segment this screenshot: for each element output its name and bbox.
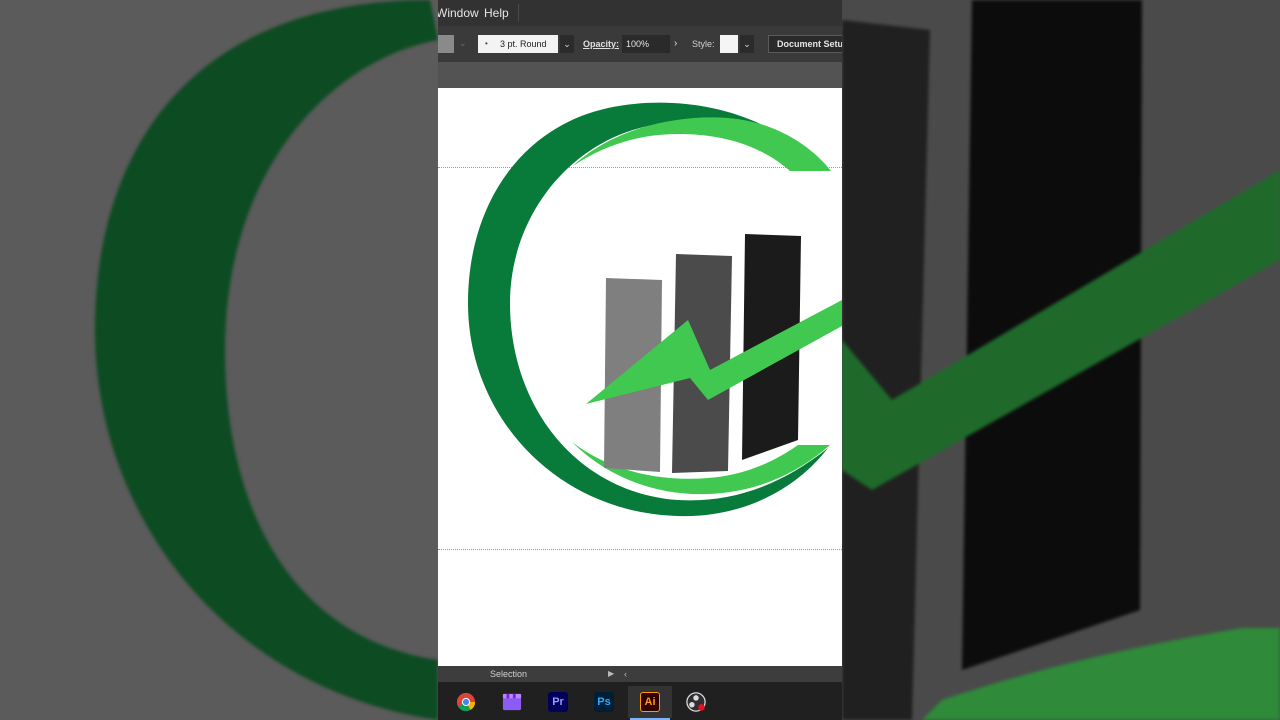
chevron-down-icon: ⌄	[459, 38, 467, 48]
canvas-pasteboard	[438, 62, 842, 88]
current-tool-label[interactable]: Selection	[490, 666, 527, 682]
menu-help[interactable]: Help	[484, 6, 509, 20]
stroke-profile-value: 3 pt. Round	[500, 39, 547, 49]
opacity-input[interactable]: 100%	[622, 35, 670, 53]
menu-separator	[518, 4, 519, 22]
background-blur-left	[0, 0, 438, 720]
taskbar-illustrator[interactable]: Ai	[628, 686, 672, 720]
document-setup-button[interactable]: Document Setup	[768, 35, 842, 53]
control-bar: ⌄ • 3 pt. Round ⌄ Opacity: 100% › Style:…	[438, 26, 842, 62]
illustrator-icon: Ai	[640, 692, 660, 712]
taskbar: Pr Ps Ai	[438, 682, 842, 720]
status-bar: Selection ▶ ‹	[438, 666, 842, 682]
logo-artwork[interactable]	[438, 88, 842, 666]
taskbar-photoshop[interactable]: Ps	[582, 686, 626, 718]
taskbar-chrome[interactable]	[444, 686, 488, 718]
opacity-label[interactable]: Opacity:	[583, 39, 619, 49]
illustrator-window: Window Help ⌄ • 3 pt. Round ⌄ Opacity: 1…	[438, 0, 842, 720]
menu-window[interactable]: Window	[438, 6, 479, 20]
stroke-profile-dropdown[interactable]: ⌄	[560, 35, 574, 53]
fill-swatch[interactable]	[438, 35, 454, 53]
style-dropdown[interactable]: ⌄	[740, 35, 754, 53]
stroke-dot-icon: •	[485, 39, 488, 48]
photoshop-icon: Ps	[594, 692, 614, 712]
artboard[interactable]	[438, 88, 842, 666]
taskbar-clapper[interactable]	[490, 686, 534, 718]
style-label: Style:	[692, 39, 715, 49]
clapper-icon	[502, 693, 522, 711]
chrome-icon	[456, 692, 476, 712]
menu-bar: Window Help	[438, 0, 842, 26]
taskbar-premiere[interactable]: Pr	[536, 686, 580, 718]
style-swatch[interactable]	[720, 35, 738, 53]
taskbar-obs[interactable]	[674, 686, 718, 718]
chevron-right-icon[interactable]: ›	[674, 38, 677, 49]
obs-icon	[686, 692, 706, 712]
play-icon[interactable]: ▶	[608, 666, 614, 682]
chevron-left-icon[interactable]: ‹	[624, 666, 627, 682]
stroke-profile-field[interactable]: • 3 pt. Round	[478, 35, 558, 53]
background-blur-right	[842, 0, 1280, 720]
premiere-icon: Pr	[548, 692, 568, 712]
